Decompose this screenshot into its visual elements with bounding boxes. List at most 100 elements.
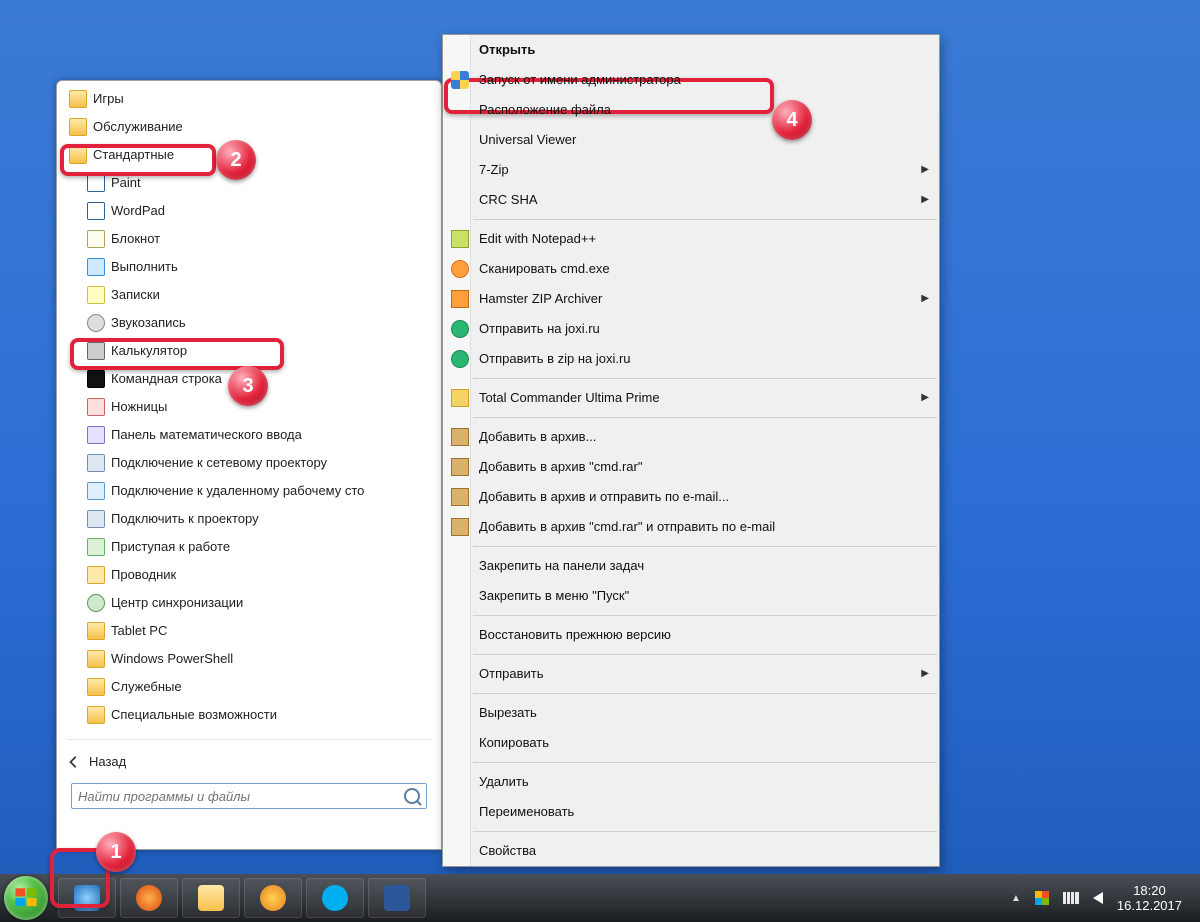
- math-icon: [87, 426, 105, 444]
- context-menu-label: 7-Zip: [479, 160, 509, 180]
- start-menu-folder[interactable]: Игры: [59, 85, 439, 113]
- context-menu-item[interactable]: Отправить на joxi.ru: [443, 314, 939, 344]
- context-menu-item[interactable]: Hamster ZIP Archiver▶: [443, 284, 939, 314]
- start-menu-search[interactable]: [71, 783, 427, 809]
- start-menu-app[interactable]: Записки: [59, 281, 439, 309]
- context-menu-label: Запуск от имени администратора: [479, 70, 681, 90]
- context-menu-item[interactable]: Universal Viewer: [443, 125, 939, 155]
- context-menu-item[interactable]: Расположение файла: [443, 95, 939, 125]
- start-menu-app[interactable]: Проводник: [59, 561, 439, 589]
- submenu-arrow-icon: ▶: [921, 388, 929, 408]
- start-menu-app[interactable]: Центр синхронизации: [59, 589, 439, 617]
- desktop: ИгрыОбслуживание Стандартные Paint WordPadБ…: [0, 0, 1200, 922]
- context-menu-label: Hamster ZIP Archiver: [479, 289, 602, 309]
- menu-item-label: Подключение к сетевому проектору: [111, 452, 327, 474]
- context-menu-item[interactable]: Закрепить в меню "Пуск": [443, 581, 939, 611]
- start-menu-app[interactable]: Выполнить: [59, 253, 439, 281]
- context-menu-label: Переименовать: [479, 802, 574, 822]
- context-menu-item[interactable]: Копировать: [443, 728, 939, 758]
- menu-item-label: Стандартные: [93, 144, 174, 166]
- taskbar-button-wmp[interactable]: [244, 878, 302, 918]
- context-menu-label: Отправить на joxi.ru: [479, 319, 600, 339]
- search-input[interactable]: [78, 789, 404, 804]
- start-menu-app[interactable]: Звукозапись: [59, 309, 439, 337]
- context-menu-item[interactable]: Добавить в архив и отправить по e-mail..…: [443, 482, 939, 512]
- context-menu-item[interactable]: Сканировать cmd.exe: [443, 254, 939, 284]
- context-menu-item[interactable]: 7-Zip ▶: [443, 155, 939, 185]
- context-menu-label: Открыть: [479, 40, 535, 60]
- start-menu-back[interactable]: Назад: [57, 748, 441, 775]
- context-menu-item[interactable]: Запуск от имени администратора: [443, 65, 939, 95]
- context-menu-item[interactable]: Переименовать: [443, 797, 939, 827]
- start-menu-folder[interactable]: Стандартные: [59, 141, 439, 169]
- start-menu-app[interactable]: Подключение к сетевому проектору: [59, 449, 439, 477]
- taskbar-button-sk[interactable]: [306, 878, 364, 918]
- explorer-icon: [87, 566, 105, 584]
- context-menu-item[interactable]: Total Commander Ultima Prime▶: [443, 383, 939, 413]
- start-menu-app[interactable]: Подключение к удаленному рабочему сто: [59, 477, 439, 505]
- ff-icon: [136, 885, 162, 911]
- submenu-arrow-icon: ▶: [921, 664, 929, 684]
- context-menu-item[interactable]: Свойства: [443, 836, 939, 866]
- tray-show-hidden-icon[interactable]: ▲: [1011, 893, 1021, 904]
- start-menu-app[interactable]: WordPad: [59, 197, 439, 225]
- windows-logo-icon: [13, 885, 39, 911]
- sound-icon[interactable]: [1093, 892, 1103, 904]
- context-menu-label: Расположение файла: [479, 100, 611, 120]
- start-menu-app[interactable]: Блокнот: [59, 225, 439, 253]
- context-menu-item[interactable]: Удалить: [443, 767, 939, 797]
- start-menu-folder[interactable]: Обслуживание: [59, 113, 439, 141]
- context-menu-item[interactable]: Добавить в архив "cmd.rar" и отправить п…: [443, 512, 939, 542]
- context-menu-item[interactable]: Edit with Notepad++: [443, 224, 939, 254]
- context-menu-item[interactable]: Вырезать: [443, 698, 939, 728]
- network-icon[interactable]: [1063, 892, 1079, 904]
- submenu-arrow-icon: ▶: [921, 160, 929, 180]
- start-menu-app[interactable]: Ножницы: [59, 393, 439, 421]
- start-menu-folder[interactable]: Служебные: [59, 673, 439, 701]
- start-menu-app[interactable]: Подключить к проектору: [59, 505, 439, 533]
- context-menu-item[interactable]: Отправить в zip на joxi.ru: [443, 344, 939, 374]
- proj-icon: [87, 510, 105, 528]
- context-menu-item[interactable]: Добавить в архив...: [443, 422, 939, 452]
- folder-icon: [87, 678, 105, 696]
- taskbar-button-wd[interactable]: [368, 878, 426, 918]
- start-menu-app[interactable]: Приступая к работе: [59, 533, 439, 561]
- context-menu-item[interactable]: Отправить▶: [443, 659, 939, 689]
- clock-date: 16.12.2017: [1117, 898, 1182, 913]
- folder-icon: [87, 706, 105, 724]
- start-menu-app[interactable]: Панель математического ввода: [59, 421, 439, 449]
- start-button[interactable]: [4, 876, 48, 920]
- context-menu-item[interactable]: Добавить в архив "cmd.rar": [443, 452, 939, 482]
- taskbar-button-ff[interactable]: [120, 878, 178, 918]
- separator: [473, 615, 937, 616]
- ie-icon: [74, 885, 100, 911]
- context-menu-label: Добавить в архив "cmd.rar" и отправить п…: [479, 517, 775, 537]
- separator: [473, 762, 937, 763]
- context-menu-item[interactable]: Открыть: [443, 35, 939, 65]
- menu-item-label: Панель математического ввода: [111, 424, 302, 446]
- context-menu-label: Копировать: [479, 733, 549, 753]
- start-menu-app[interactable]: Калькулятор: [59, 337, 439, 365]
- taskbar-button-ie[interactable]: [58, 878, 116, 918]
- context-menu-item[interactable]: CRC SHA▶: [443, 185, 939, 215]
- paint-icon: [87, 174, 105, 192]
- menu-item-label: Paint: [111, 172, 141, 194]
- wordpad-icon: [87, 202, 105, 220]
- menu-item-label: Записки: [111, 284, 160, 306]
- context-menu-item[interactable]: Закрепить на панели задач: [443, 551, 939, 581]
- taskbar-clock[interactable]: 18:20 16.12.2017: [1117, 883, 1182, 913]
- start-menu-folder[interactable]: Специальные возможности: [59, 701, 439, 729]
- start-menu-app[interactable]: Командная строка: [59, 365, 439, 393]
- start-menu-folder[interactable]: Windows PowerShell: [59, 645, 439, 673]
- wr-icon: [451, 458, 469, 476]
- taskbar-pinned: [56, 878, 428, 918]
- context-menu: Открыть Запуск от имени администратора Рас…: [442, 34, 940, 867]
- start-menu-app[interactable]: Paint: [59, 169, 439, 197]
- start-menu-folder[interactable]: Tablet PC: [59, 617, 439, 645]
- taskbar-button-ex[interactable]: [182, 878, 240, 918]
- context-menu-item[interactable]: Восстановить прежнюю версию: [443, 620, 939, 650]
- action-center-icon[interactable]: [1035, 891, 1049, 905]
- folder-icon: [69, 146, 87, 164]
- context-menu-label: Вырезать: [479, 703, 537, 723]
- sk-icon: [322, 885, 348, 911]
